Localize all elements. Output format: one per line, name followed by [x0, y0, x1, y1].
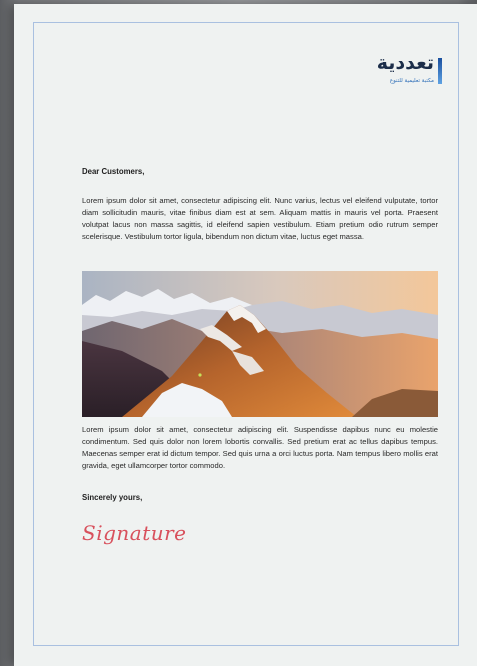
logo-accent-bar: [438, 58, 442, 84]
letter-paragraph-2: Lorem ipsum dolor sit amet, consectetur …: [82, 425, 438, 470]
mountain-illustration: [82, 271, 438, 417]
letter-closing: Sincerely yours,: [82, 493, 143, 502]
mountain-photo: [82, 271, 438, 417]
company-logo: تعددية مكتبة تعليمية للتنوع: [336, 52, 446, 90]
letter-sheet: تعددية مكتبة تعليمية للتنوع Dear Custome…: [14, 4, 477, 666]
logo-name: تعددية: [376, 52, 434, 74]
logo-tagline: مكتبة تعليمية للتنوع: [389, 78, 434, 84]
letter-paragraph-1: Lorem ipsum dolor sit amet, consectetur …: [82, 196, 438, 241]
letter-greeting: Dear Customers,: [82, 167, 145, 176]
handwritten-signature: Signature: [82, 521, 187, 545]
